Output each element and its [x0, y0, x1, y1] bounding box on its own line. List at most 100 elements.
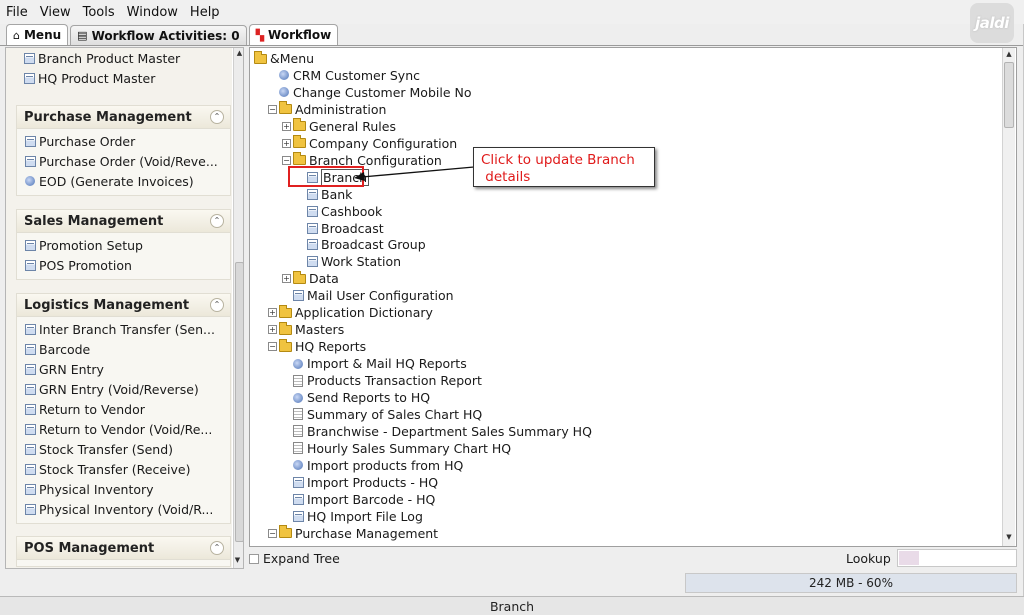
menu-item[interactable]: Physical Inventory — [17, 479, 230, 499]
collapse-icon[interactable]: ⌃ — [210, 110, 224, 124]
menu-item[interactable]: Purchase Order — [17, 131, 230, 151]
expand-icon[interactable]: + — [282, 138, 291, 148]
menu-item[interactable]: Return to Vendor (Void/Re... — [17, 419, 230, 439]
menu-item[interactable]: Inter Branch Transfer (Sen... — [17, 319, 230, 339]
tab-menu[interactable]: ⌂ Menu — [6, 24, 69, 45]
left-scroll-up-icon[interactable]: ▲ — [235, 49, 243, 59]
section-header[interactable]: POS Management ⌃ — [17, 537, 230, 560]
menu-item-label: Physical Inventory — [39, 481, 154, 497]
tree-node-label: Import Products - HQ — [307, 474, 439, 490]
menu-item-label: Barcode — [39, 341, 91, 357]
tree-node[interactable]: Bank — [296, 186, 352, 203]
section-header[interactable]: Sales Management ⌃ — [17, 210, 230, 233]
tree-node[interactable]: Broadcast — [296, 220, 384, 237]
menu-item[interactable]: Branch Product Master — [16, 48, 231, 68]
tree-node[interactable]: Broadcast Group — [296, 236, 426, 253]
menu-item[interactable]: Promotion Setup — [17, 235, 230, 255]
tree-node[interactable]: Import products from HQ — [282, 457, 463, 474]
tree-node[interactable]: CRM Customer Sync — [268, 67, 420, 84]
menu-item[interactable]: Barcode — [17, 339, 230, 359]
tree-node[interactable]: + General Rules — [282, 118, 396, 135]
tree-node[interactable]: + Masters — [268, 321, 344, 338]
tree-node[interactable]: Import Barcode - HQ — [282, 491, 435, 508]
expand-icon[interactable]: + — [268, 325, 277, 335]
menu-item[interactable]: GRN Entry (Void/Reverse) — [17, 379, 230, 399]
tree-node[interactable]: Summary of Sales Chart HQ — [282, 406, 482, 423]
collapse-icon[interactable]: − — [268, 104, 277, 114]
tree-node-label: Change Customer Mobile No — [293, 84, 472, 100]
tree-node[interactable]: Mail User Configuration — [282, 287, 454, 304]
expand-tree-checkbox[interactable]: Expand Tree — [249, 551, 340, 566]
menu-item[interactable]: GRN Entry — [17, 359, 230, 379]
folder-icon — [293, 135, 306, 149]
tree-node[interactable]: Products Transaction Report — [282, 372, 482, 389]
tree-scroll-up-icon[interactable]: ▲ — [1004, 50, 1014, 60]
section-title: Purchase Management — [24, 109, 192, 125]
tree-node[interactable]: Change Customer Mobile No — [268, 84, 472, 101]
left-scroll-thumb[interactable] — [235, 262, 243, 542]
tree-scrollbar[interactable]: ▲ ▼ — [1002, 48, 1015, 546]
collapse-icon[interactable]: − — [268, 342, 277, 352]
tree-node[interactable]: + Company Configuration — [282, 135, 457, 152]
menu-item[interactable]: Stock Transfer (Receive) — [17, 459, 230, 479]
menu-item-label: POS Promotion — [39, 257, 132, 273]
tree-node[interactable]: Import Products - HQ — [282, 474, 438, 491]
left-scroll-down-icon[interactable]: ▼ — [232, 556, 243, 567]
lookup-input[interactable] — [897, 549, 1017, 567]
menu-item[interactable]: HQ Product Master — [16, 68, 231, 88]
menu-item[interactable]: Purchase Order (Void/Reve... — [17, 151, 230, 171]
report-icon — [293, 442, 303, 455]
section-header[interactable]: Purchase Management ⌃ — [17, 106, 230, 129]
page-icon — [293, 510, 304, 522]
checkbox-icon[interactable] — [249, 553, 259, 564]
menu-view[interactable]: View — [40, 5, 71, 20]
menu-tools[interactable]: Tools — [83, 5, 115, 20]
page-icon — [25, 363, 36, 375]
menu-window[interactable]: Window — [127, 5, 178, 20]
menu-item[interactable]: Return to Vendor — [17, 399, 230, 419]
expand-icon[interactable]: + — [268, 308, 277, 318]
menu-file[interactable]: File — [6, 5, 28, 20]
menu-item[interactable]: Physical Inventory (Void/R... — [17, 499, 230, 519]
tree-node[interactable]: &Menu — [254, 50, 314, 67]
menu-item[interactable]: EOD (Generate Invoices) — [17, 171, 230, 191]
tree-node-label: HQ Import File Log — [307, 508, 423, 524]
tree-node[interactable]: HQ Import File Log — [282, 508, 423, 525]
collapse-icon[interactable]: ⌃ — [210, 541, 224, 555]
menu-help[interactable]: Help — [190, 5, 220, 20]
tree-node[interactable]: Import & Mail HQ Reports — [282, 355, 467, 372]
tree-scroll-thumb[interactable] — [1004, 62, 1014, 128]
tree-node[interactable]: − HQ Reports — [268, 338, 366, 355]
collapse-icon[interactable]: − — [268, 528, 277, 538]
page-icon — [293, 493, 304, 505]
tree-node-label: Send Reports to HQ — [307, 390, 431, 405]
tree-node[interactable]: − Purchase Management — [268, 525, 438, 542]
tab-bar: ⌂ Menu ▤ Workflow Activities: 0 ▚ Workfl… — [0, 24, 1024, 46]
tree-node[interactable]: Hourly Sales Summary Chart HQ — [282, 440, 511, 457]
tree-node[interactable]: Branchwise - Department Sales Summary HQ — [282, 423, 592, 440]
menu-item[interactable]: Stock Transfer (Send) — [17, 439, 230, 459]
expand-icon[interactable]: + — [282, 121, 291, 131]
tree-node[interactable]: Work Station — [296, 253, 401, 270]
memory-indicator[interactable]: 242 MB - 60% — [685, 573, 1017, 593]
expand-icon[interactable]: + — [282, 274, 291, 284]
collapse-icon[interactable]: − — [282, 155, 291, 165]
tree-node[interactable]: − Administration — [268, 101, 386, 118]
tab-workflow[interactable]: ▚ Workflow — [248, 24, 339, 45]
tree-node[interactable]: + Data — [282, 270, 339, 287]
tab-workflow-activities[interactable]: ▤ Workflow Activities: 0 — [70, 25, 247, 45]
tree-scroll-down-icon[interactable]: ▼ — [1004, 533, 1014, 543]
left-scrollbar[interactable]: ▲ — [233, 48, 243, 568]
menu-item-label: Branch Product Master — [38, 50, 181, 66]
folder-open-icon — [279, 101, 292, 115]
tree-node-label: Masters — [295, 322, 345, 338]
menu-item[interactable]: POS Promotion — [17, 255, 230, 275]
tree-node[interactable]: Cashbook — [296, 203, 382, 220]
section-header[interactable]: Logistics Management ⌃ — [17, 294, 230, 317]
tree-node[interactable]: Send Reports to HQ — [282, 389, 430, 406]
section-items — [17, 560, 230, 566]
tree-node-label: Hourly Sales Summary Chart HQ — [307, 440, 512, 456]
tree-node[interactable]: + Application Dictionary — [268, 304, 433, 321]
collapse-icon[interactable]: ⌃ — [210, 298, 224, 312]
collapse-icon[interactable]: ⌃ — [210, 214, 224, 228]
